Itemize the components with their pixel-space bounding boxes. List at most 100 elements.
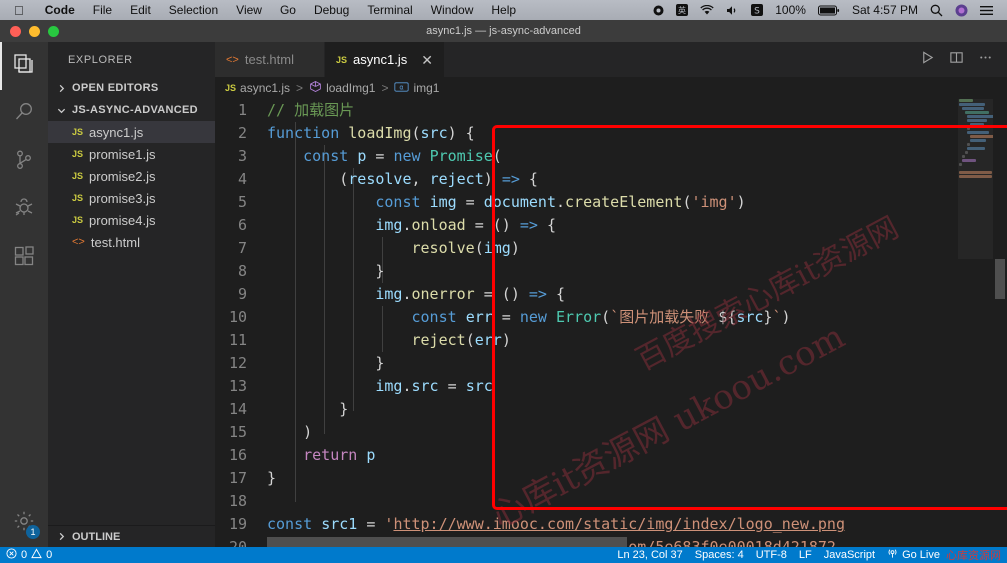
js-file-icon: JS [336, 54, 348, 65]
close-icon[interactable]: ✕ [421, 53, 433, 67]
activitybar-item-search[interactable] [0, 90, 48, 138]
menu-item-debug[interactable]: Debug [305, 3, 358, 17]
sidebar-title: EXPLORER [68, 53, 133, 66]
js-file-icon: JS [225, 83, 237, 93]
status-language-mode[interactable]: JavaScript [818, 549, 881, 561]
apple-icon[interactable]:  [14, 4, 24, 17]
more-actions-icon[interactable] [978, 50, 993, 70]
html-file-icon: <> [226, 53, 239, 66]
notification-center-icon[interactable] [974, 5, 999, 16]
recording-icon[interactable] [647, 5, 670, 16]
list-item-promise3-js[interactable]: JS promise3.js [48, 187, 215, 209]
list-item-promise4-js[interactable]: JS promise4.js [48, 209, 215, 231]
line-number: 11 [228, 331, 247, 349]
tab-test-html[interactable]: <> test.html [215, 42, 325, 77]
battery-icon[interactable] [812, 5, 846, 16]
source-control-icon [12, 148, 36, 177]
breadcrumb-symbol-img1[interactable]: img1 [413, 81, 439, 95]
status-watermark: 心库资源网 [946, 550, 1001, 562]
breadcrumb: JS async1.js > loadImg1 > α img1 [215, 77, 1007, 99]
code-editor[interactable]: 1 // 加载图片 2 function loadImg(src) { 3 cons… [215, 99, 1007, 547]
line-number: 1 [237, 101, 247, 119]
code-line: 3 const p = new Promise( [215, 145, 845, 168]
list-item-test-html[interactable]: <> test.html [48, 231, 215, 253]
code-line: 13 img.src = src [215, 375, 845, 398]
input-source-icon[interactable]: 英 [670, 4, 694, 16]
line-content: const src1 = 'http://www.imooc.com/stati… [267, 515, 845, 533]
menu-item-edit[interactable]: Edit [121, 3, 160, 17]
file-label: promise2.js [89, 168, 156, 184]
section-project-root[interactable]: JS-ASYNC-ADVANCED [48, 99, 215, 121]
spotlight-search-icon[interactable] [924, 4, 949, 17]
line-number: 12 [228, 354, 247, 372]
line-number: 9 [237, 285, 247, 303]
svg-text:英: 英 [678, 5, 686, 15]
section-open-editors[interactable]: OPEN EDITORS [48, 77, 215, 99]
clock-label[interactable]: Sat 4:57 PM [846, 3, 924, 17]
menu-item-code[interactable]: Code [36, 3, 84, 17]
activitybar-item-extensions[interactable] [0, 234, 48, 282]
menu-item-view[interactable]: View [227, 3, 271, 17]
activitybar-item-settings[interactable]: 1 [0, 499, 48, 547]
tab-async1-js[interactable]: JS async1.js ✕ [325, 42, 445, 77]
menu-item-help[interactable]: Help [482, 3, 525, 17]
editor-group: <> test.html JS async1.js ✕ JS async1.js… [215, 42, 1007, 547]
menu-item-go[interactable]: Go [271, 3, 305, 17]
explorer-sidebar: EXPLORER OPEN EDITORS JS-ASYNC-ADVANCED … [48, 42, 215, 547]
macos-menubar:  Code File Edit Selection View Go Debug… [0, 0, 1007, 20]
code-line: 18 [215, 490, 845, 513]
error-icon [6, 548, 17, 562]
warning-icon [31, 548, 42, 562]
list-item-promise1-js[interactable]: JS promise1.js [48, 143, 215, 165]
menu-item-file[interactable]: File [84, 3, 121, 17]
html-file-icon: <> [72, 236, 85, 248]
line-content: const p = new Promise( [303, 147, 502, 165]
activitybar-item-explorer[interactable] [0, 42, 48, 90]
volume-icon[interactable] [720, 5, 745, 16]
status-indentation[interactable]: Spaces: 4 [689, 549, 750, 561]
js-file-icon: JS [72, 193, 84, 203]
extensions-icon [12, 244, 36, 273]
code-line: 5 const img = document.createElement('im… [215, 191, 845, 214]
wifi-icon[interactable] [694, 4, 720, 16]
code-line: 16 return p [215, 444, 845, 467]
variable-symbol-icon: α [394, 81, 410, 96]
section-outline[interactable]: OUTLINE [48, 525, 215, 547]
menu-item-terminal[interactable]: Terminal [358, 3, 421, 17]
run-icon[interactable] [920, 50, 935, 70]
menu-item-selection[interactable]: Selection [160, 3, 227, 17]
status-eol[interactable]: LF [793, 549, 818, 561]
js-file-icon: JS [72, 149, 84, 159]
code-line: 15 ) [215, 421, 845, 444]
breadcrumb-symbol-loadimg1[interactable]: loadImg1 [326, 81, 375, 95]
project-name-label: JS-ASYNC-ADVANCED [72, 104, 198, 116]
line-content: // 加载图片 [267, 101, 355, 119]
list-item-async1-js[interactable]: JS async1.js [48, 121, 215, 143]
status-cursor-position[interactable]: Ln 23, Col 37 [611, 549, 688, 561]
go-live-label: Go Live [902, 549, 940, 561]
line-content: const img = document.createElement('img'… [375, 193, 746, 211]
scrollbar-thumb[interactable] [995, 259, 1005, 299]
line-number: 19 [228, 515, 247, 533]
vertical-scrollbar[interactable] [993, 99, 1007, 547]
tab-label: async1.js [353, 52, 408, 67]
menu-item-window[interactable]: Window [422, 3, 483, 17]
code-lines: 1 // 加载图片 2 function loadImg(src) { 3 cons… [215, 99, 845, 547]
debug-icon [12, 196, 36, 225]
status-problems[interactable]: 0 0 [0, 548, 58, 562]
status-encoding[interactable]: UTF-8 [750, 549, 793, 561]
minimap[interactable] [958, 99, 993, 547]
breadcrumb-file[interactable]: async1.js [240, 81, 290, 95]
line-number: 10 [228, 308, 247, 326]
snipaste-icon[interactable]: S [745, 4, 769, 16]
activitybar-item-debug[interactable] [0, 186, 48, 234]
minimap-slider[interactable] [958, 99, 993, 259]
list-item-promise2-js[interactable]: JS promise2.js [48, 165, 215, 187]
svg-text:α: α [400, 83, 404, 91]
activitybar-item-source-control[interactable] [0, 138, 48, 186]
split-editor-icon[interactable] [949, 50, 964, 70]
status-go-live[interactable]: Go Live [881, 548, 946, 562]
horizontal-scrollbar[interactable] [267, 537, 627, 547]
code-line: 8 } [215, 260, 845, 283]
siri-icon[interactable] [949, 4, 974, 17]
